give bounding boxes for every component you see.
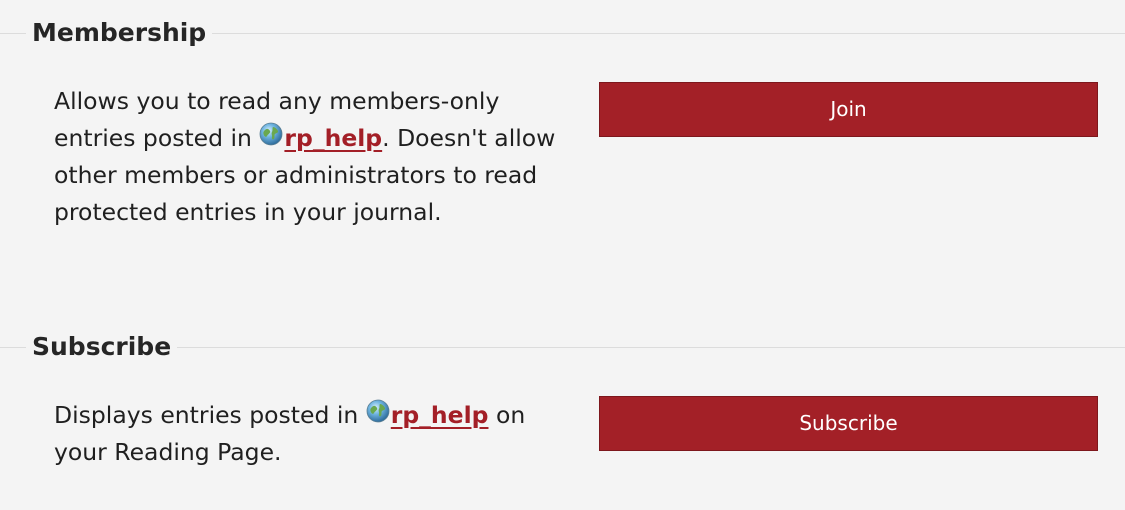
subscribe-section: Subscribe Displays entries posted in rp_… xyxy=(0,332,1125,502)
subscribe-username[interactable]: rp_help xyxy=(391,397,489,434)
subscribe-button[interactable]: Subscribe xyxy=(599,396,1098,451)
globe-icon xyxy=(260,122,283,146)
subscribe-title: Subscribe xyxy=(26,332,178,362)
membership-section: Membership Allows you to read any member… xyxy=(0,18,1125,288)
subscribe-desc-before: Displays entries posted in xyxy=(54,401,366,429)
membership-user-link[interactable]: rp_help xyxy=(259,120,382,157)
page: Membership Allows you to read any member… xyxy=(0,0,1125,510)
subscribe-description: Displays entries posted in rp_help on yo… xyxy=(54,397,564,471)
membership-title: Membership xyxy=(26,18,213,48)
membership-username[interactable]: rp_help xyxy=(284,120,382,157)
membership-header: Membership xyxy=(0,18,1125,48)
globe-icon xyxy=(366,399,390,423)
subscribe-user-link[interactable]: rp_help xyxy=(366,397,489,434)
subscribe-header: Subscribe xyxy=(0,332,1125,362)
membership-description: Allows you to read any members-only entr… xyxy=(54,83,564,231)
join-button[interactable]: Join xyxy=(599,82,1098,137)
